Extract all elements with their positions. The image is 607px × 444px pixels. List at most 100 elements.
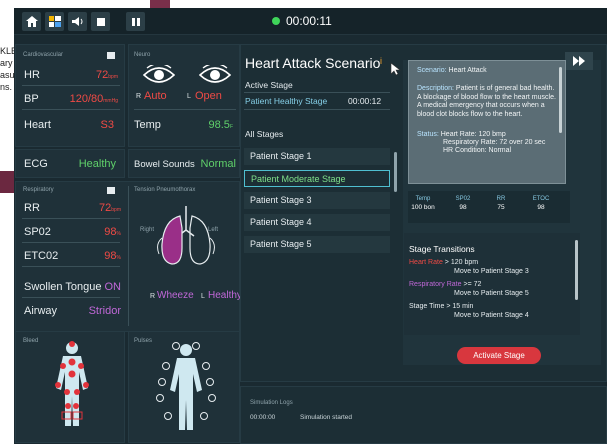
rr-value: 72bpm — [99, 202, 121, 214]
stage-item[interactable]: Patient Stage 3 — [244, 192, 390, 209]
log-time: 00:00:00 — [250, 414, 276, 421]
home-button[interactable] — [22, 12, 41, 31]
tooltip-scrollbar[interactable] — [559, 67, 562, 133]
cardiovascular-panel: Cardiovascular HR 72bpm BP 120/80mmHg He… — [15, 44, 125, 147]
stage-item[interactable]: Patient Stage 4 — [244, 214, 390, 231]
pulses-panel: Pulses — [128, 331, 240, 443]
divider — [22, 85, 120, 86]
stage-item[interactable]: Patient Stage 1 — [244, 148, 390, 165]
respiratory-panel: Respiratory RR 72bpm SP02 98% ETC02 98% … — [15, 181, 242, 332]
transition-condition: Stage Time > 15 min — [409, 303, 474, 310]
divider — [22, 109, 120, 110]
divider — [22, 266, 120, 267]
lungs-icon[interactable] — [156, 204, 216, 268]
left-eye-icon — [199, 65, 231, 83]
bowel-label: Bowel Sounds — [134, 159, 195, 170]
fast-forward-button[interactable] — [565, 52, 593, 70]
active-stage-name[interactable]: Patient Healthy Stage — [245, 96, 327, 106]
background-text-line: ns. — [0, 82, 13, 92]
menu-icon[interactable] — [107, 52, 115, 59]
menu-icon[interactable] — [107, 187, 115, 194]
running-status-dot — [272, 17, 280, 25]
mini-vital-value: 98 — [459, 204, 467, 211]
background-text-line: asu — [0, 70, 15, 80]
divider — [134, 109, 236, 110]
tension-title: Tension Pneumothorax — [134, 187, 196, 193]
rr-label: RR — [24, 202, 40, 214]
etco2-label: ETC02 — [24, 250, 59, 262]
layout-icon — [48, 16, 61, 27]
mini-vital-value: 98 — [537, 204, 545, 211]
ecg-label: ECG — [24, 158, 48, 170]
panel-title: Pulses — [134, 338, 153, 344]
swollen-tongue-label: Swollen Tongue — [24, 281, 102, 293]
body-bleed-icon[interactable] — [46, 340, 98, 428]
bleed-panel: Bleed — [15, 331, 125, 443]
left-side-label: L — [187, 93, 191, 100]
transitions-title: Stage Transitions — [409, 244, 475, 254]
volume-button[interactable] — [68, 12, 87, 31]
home-icon — [25, 16, 38, 27]
pause-icon — [131, 17, 140, 26]
right-side-label: R — [150, 293, 156, 300]
stage-item-selected[interactable]: Patient Moderate Stage — [244, 170, 390, 187]
divider — [244, 109, 390, 110]
temp-label: Temp — [134, 119, 161, 131]
tooltip-scenario: Scenario: Heart Attack — [417, 67, 487, 74]
scenario-tooltip: Scenario: Heart Attack Description: Pati… — [408, 60, 566, 184]
tooltip-description: Description: Patient is of general bad h… — [417, 85, 556, 118]
stop-icon — [96, 17, 105, 26]
layout-button[interactable] — [45, 12, 64, 31]
divider — [22, 242, 120, 243]
airway-label: Airway — [24, 305, 58, 317]
stages-scrollbar[interactable] — [394, 152, 397, 192]
neuro-panel: Neuro R Auto L Open Temp 98.5F — [128, 44, 240, 147]
scenario-title: Heart Attack Scenario — [245, 55, 381, 71]
transition-condition: Respiratory Rate >= 72 — [409, 281, 482, 288]
left-side-label: L — [201, 293, 205, 300]
right-lung-label: Right — [140, 227, 155, 233]
ecg-panel[interactable]: ECG Healthy — [15, 149, 125, 178]
transition-target: Move to Patient Stage 4 — [454, 312, 529, 319]
simulation-logs-panel — [240, 386, 607, 444]
mini-vital-label: SP02 — [455, 196, 471, 202]
hr-label: HR — [24, 69, 40, 81]
bp-value: 120/80mmHg — [69, 93, 118, 105]
heart-value: S3 — [100, 119, 114, 131]
tooltip-status: Status: Heart Rate: 120 bmp Respiratory … — [417, 131, 546, 154]
transition-condition: Heart Rate > 120 bpm — [409, 259, 479, 266]
panel-title: Cardiovascular — [23, 52, 64, 58]
volume-icon — [71, 17, 82, 26]
mini-vital-value: 100 bon — [411, 204, 435, 211]
spo2-value: 98% — [104, 226, 121, 238]
stop-button[interactable] — [91, 12, 110, 31]
info-icon[interactable]: i — [380, 56, 382, 66]
transitions-scrollbar[interactable] — [575, 240, 578, 300]
timer-value: 00:00:11 — [286, 14, 332, 28]
active-stage-time: 00:00:12 — [348, 96, 382, 106]
panel-title: Respiratory — [23, 187, 54, 193]
pause-button[interactable] — [126, 12, 145, 31]
right-pupil-value: Auto — [144, 90, 167, 102]
panel-title: Bleed — [23, 338, 39, 344]
bowel-sounds-panel[interactable]: Bowel Sounds Normal — [128, 149, 240, 178]
log-message: Simulation started — [300, 414, 353, 421]
transition-target: Move to Patient Stage 5 — [454, 290, 529, 297]
active-stage-label: Active Stage — [245, 80, 293, 90]
mouse-cursor-icon — [390, 62, 401, 76]
activate-stage-button[interactable]: Activate Stage — [457, 347, 541, 364]
stage-item[interactable]: Patient Stage 5 — [244, 236, 390, 253]
mini-vital-label: RR — [496, 196, 506, 202]
right-side-label: R — [136, 93, 142, 100]
background-stripe — [0, 171, 14, 193]
body-pulses-icon[interactable] — [154, 342, 218, 432]
divider — [22, 297, 120, 298]
mini-vital-value: 75 — [497, 204, 505, 211]
heart-label: Heart — [24, 119, 51, 131]
simulator-window: 00:00:11 Cardiovascular HR 72bpm BP 120/… — [14, 8, 607, 444]
ecg-value: Healthy — [78, 158, 116, 170]
all-stages-label: All Stages — [245, 129, 284, 139]
background-text-line: ary — [0, 58, 13, 68]
spo2-label: SP02 — [24, 226, 51, 238]
swollen-tongue-value: ON — [104, 281, 122, 293]
